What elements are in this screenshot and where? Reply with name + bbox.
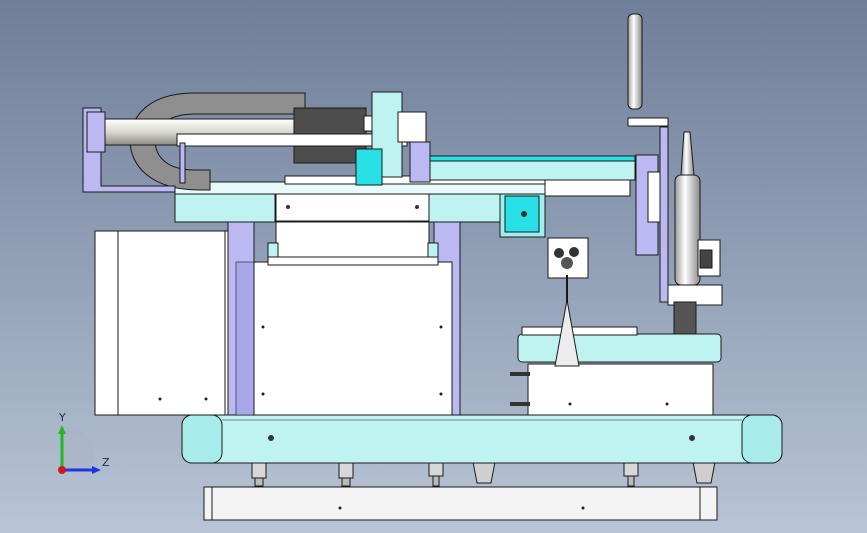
axis-triad: Y Z — [44, 410, 114, 480]
cabinet-left — [94, 230, 229, 416]
motor-box — [253, 254, 453, 416]
cone-probe — [554, 275, 580, 367]
slide-block — [267, 190, 439, 258]
spindle-tower — [627, 13, 723, 337]
triad-graphic — [58, 425, 101, 474]
sensor-block — [547, 237, 589, 279]
workpiece-table — [510, 326, 722, 416]
leveling-feet — [251, 461, 716, 487]
assembly-drawing — [82, 13, 783, 521]
cyan-frame — [181, 414, 783, 464]
base-plate — [203, 486, 718, 521]
z-axis-label: Z — [102, 456, 110, 469]
y-axis-label: Y — [59, 411, 66, 424]
cad-viewport[interactable]: Y Z — [0, 0, 867, 533]
